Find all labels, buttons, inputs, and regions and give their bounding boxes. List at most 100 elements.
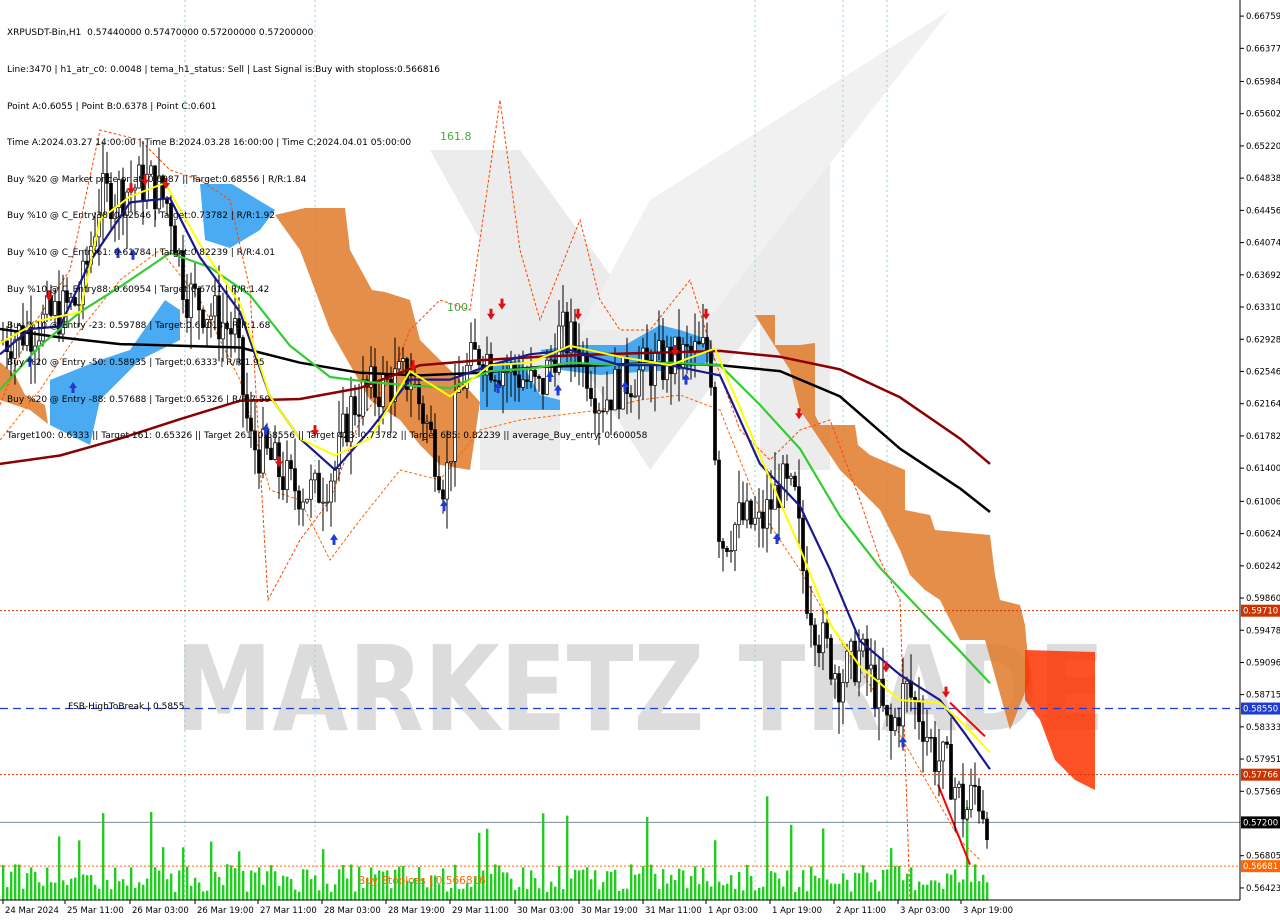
candle-body (329, 480, 333, 503)
volume-bar (806, 891, 809, 900)
volume-bar (954, 869, 957, 900)
volume-bar (278, 885, 281, 900)
candle-body (325, 501, 329, 504)
volume-bar (978, 881, 981, 900)
candle-body (953, 787, 957, 800)
candle-body (961, 783, 965, 820)
candle-body (925, 736, 929, 742)
volume-bar (142, 884, 145, 900)
volume-bar (470, 886, 473, 900)
volume-bar (166, 879, 169, 900)
time-tick-label: 30 Mar 19:00 (581, 906, 638, 916)
volume-bar (658, 888, 661, 900)
volume-bar (18, 864, 21, 900)
price-tick-label: 0.61782 (1246, 432, 1280, 442)
volume-bar (10, 871, 13, 900)
volume-bar (462, 888, 465, 900)
volume-bar (782, 886, 785, 900)
volume-bar (54, 882, 57, 900)
candle-body (889, 714, 893, 731)
time-tick-label: 31 Mar 11:00 (645, 906, 702, 916)
volume-bar (650, 864, 653, 900)
volume-bar (90, 874, 93, 900)
candle-body (817, 644, 821, 654)
volume-bar (870, 882, 873, 900)
candle-body (897, 717, 901, 727)
volume-bar (34, 871, 37, 900)
volume-bar (70, 878, 73, 900)
volume-bar (118, 881, 121, 900)
chart-root: MARKETZ TRADE FSB-HighToBreak | 0.5855 B… (0, 0, 1280, 920)
volume-bar (202, 891, 205, 900)
volume-bar (158, 870, 161, 900)
volume-bar (230, 865, 233, 900)
candle-body (873, 664, 877, 709)
volume-bar (282, 875, 285, 900)
volume-bar (962, 879, 965, 900)
volume-bar (154, 867, 157, 900)
candle-body (969, 784, 973, 810)
candle-body (721, 541, 725, 549)
volume-bar (218, 876, 221, 900)
candle-body (733, 524, 737, 551)
volume-bar (874, 879, 877, 900)
volume-bar (538, 888, 541, 900)
candle-body (921, 721, 925, 742)
volume-bar (926, 884, 929, 900)
volume-bar (570, 878, 573, 900)
candle-body (309, 479, 313, 500)
volume-bar (934, 880, 937, 900)
volume-bar (258, 867, 261, 900)
volume-bar (150, 811, 153, 900)
volume-bar (502, 872, 505, 900)
volume-bar (842, 873, 845, 900)
volume-bar (486, 828, 489, 900)
candle-body (657, 340, 661, 353)
price-tick-label: 0.57951 (1246, 755, 1280, 765)
info-line: Line:3470 | h1_atr_c0: 0.0048 | tema_h1_… (7, 65, 440, 76)
volume-bar (26, 873, 29, 900)
info-line: Buy %10 @ C_Entry88: 0.60954 | Target:0.… (7, 284, 270, 295)
volume-bar (822, 828, 825, 900)
candle-body (725, 548, 729, 552)
time-tick-label: 28 Mar 19:00 (388, 906, 445, 916)
volume-bar (46, 867, 49, 900)
volume-bar (50, 882, 53, 900)
volume-bar (790, 824, 793, 900)
volume-bar (390, 888, 393, 900)
volume-bar (942, 888, 945, 900)
volume-bar (914, 890, 917, 900)
candle-body (885, 705, 889, 716)
volume-bar (890, 848, 893, 900)
volume-bar (146, 878, 149, 900)
candle-body (301, 501, 305, 510)
volume-bar (602, 882, 605, 900)
candle-body (297, 490, 301, 510)
volume-bar (718, 881, 721, 900)
volume-bar (14, 864, 17, 900)
volume-bar (810, 866, 813, 900)
candle-body (881, 678, 885, 706)
volume-bar (354, 891, 357, 900)
volume-bar (698, 884, 701, 900)
volume-bar (298, 891, 301, 900)
time-tick-label: 29 Mar 11:00 (452, 906, 509, 916)
volume-bar (898, 865, 901, 900)
volume-bar (774, 872, 777, 900)
candle-body (985, 818, 989, 840)
price-marker-label: 0.57200 (1243, 818, 1278, 828)
volume-bar (666, 883, 669, 900)
candle-body (917, 700, 921, 722)
candle-body (765, 499, 769, 529)
candle-body (293, 468, 297, 492)
volume-bar (198, 882, 201, 900)
volume-bar (986, 882, 989, 900)
volume-bar (222, 884, 225, 900)
volume-bar (210, 841, 213, 900)
volume-bar (22, 888, 25, 900)
volume-bar (578, 870, 581, 900)
volume-bar (494, 864, 497, 900)
volume-bar (110, 889, 113, 900)
candle-body (701, 337, 705, 345)
volume-bar (30, 867, 33, 900)
